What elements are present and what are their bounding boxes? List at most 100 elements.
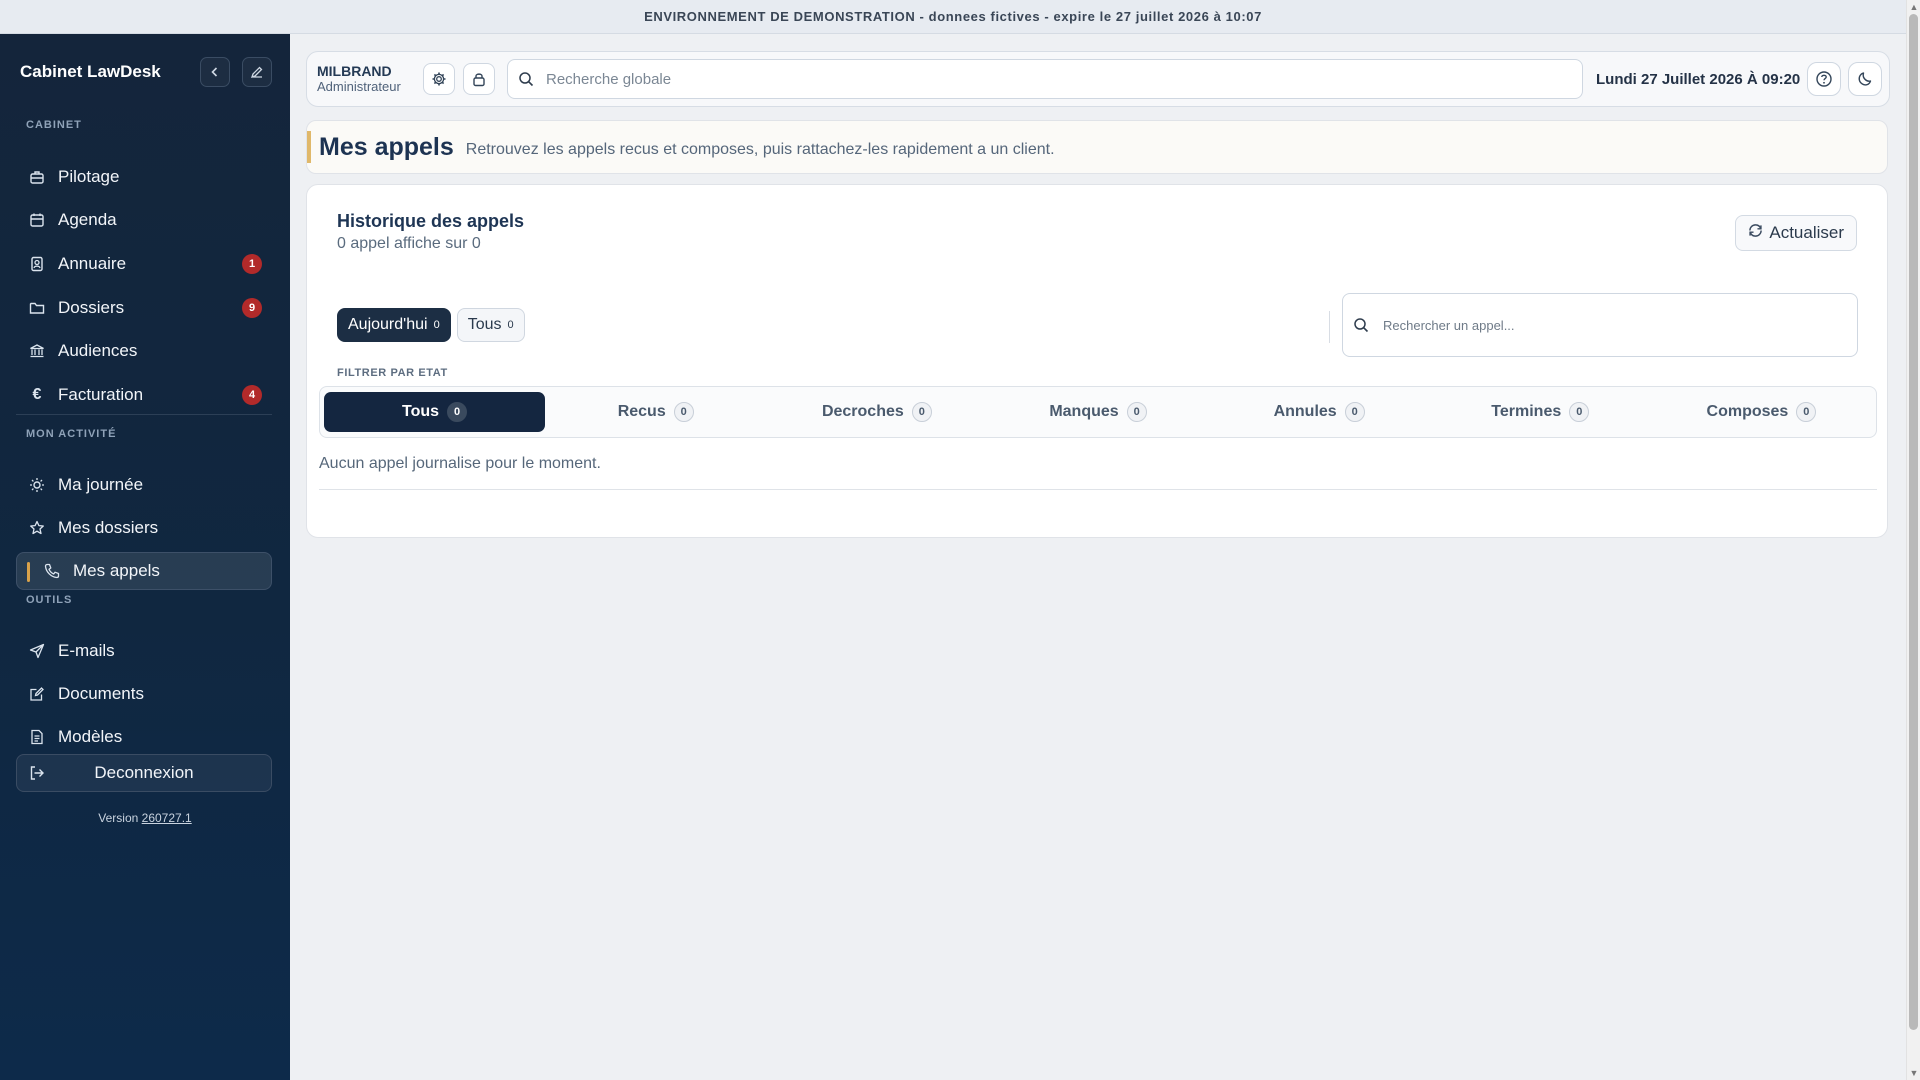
global-search-input[interactable] bbox=[546, 70, 1446, 88]
settings-button[interactable] bbox=[423, 63, 455, 95]
phone-icon bbox=[43, 562, 61, 580]
sidebar-item-annuaire[interactable]: Annuaire 1 bbox=[16, 245, 272, 283]
sidebar-header: Cabinet LawDesk bbox=[20, 56, 272, 88]
filter-label: FILTRER PAR ETAT bbox=[337, 367, 448, 379]
state-tab-label: Termines bbox=[1491, 403, 1562, 420]
sun-icon bbox=[28, 476, 46, 494]
state-tab-label: Annules bbox=[1273, 403, 1337, 420]
sidebar-item-label: Audiences bbox=[58, 341, 138, 360]
sidebar-item-agenda[interactable]: Agenda bbox=[16, 201, 272, 239]
sidebar-item-facturation[interactable]: € Facturation 4 bbox=[16, 376, 272, 414]
state-tab-count: 0 bbox=[911, 402, 932, 422]
star-icon bbox=[28, 519, 46, 537]
theme-toggle-button[interactable] bbox=[1848, 62, 1883, 96]
period-tab-count: 0 bbox=[507, 319, 514, 331]
lock-button[interactable] bbox=[463, 63, 495, 95]
period-tab-count: 0 bbox=[433, 319, 440, 331]
state-tab-composes[interactable]: Composes 0 bbox=[1651, 392, 1872, 432]
search-icon bbox=[1354, 318, 1369, 333]
sidebar-item-label: Dossiers bbox=[58, 298, 125, 317]
period-tab-today[interactable]: Aujourd'hui 0 bbox=[337, 308, 451, 342]
page-subtitle: Retrouvez les appels recus et composes, … bbox=[465, 141, 1055, 158]
version-prefix: Version bbox=[98, 811, 139, 825]
call-search-field[interactable] bbox=[1342, 293, 1858, 357]
user-name: MILBRAND bbox=[317, 63, 392, 79]
state-tab-tous[interactable]: Tous 0 bbox=[324, 392, 546, 432]
scroll-down-arrow[interactable]: ▼ bbox=[1907, 1066, 1920, 1080]
sidebar-item-label: Facturation bbox=[58, 385, 144, 404]
euro-icon: € bbox=[32, 386, 42, 403]
period-selector: Aujourd'hui 0 Tous 0 bbox=[337, 308, 531, 342]
scroll-up-arrow[interactable]: ▲ bbox=[1907, 0, 1920, 14]
logout-label: Deconnexion bbox=[94, 763, 194, 782]
version-link[interactable]: 260727.1 bbox=[142, 811, 192, 825]
sidebar-item-modeles[interactable]: Modèles bbox=[16, 718, 272, 756]
sidebar-item-label: Mes appels bbox=[73, 561, 160, 580]
lock-icon bbox=[473, 73, 485, 87]
state-tab-count: 0 bbox=[1126, 402, 1147, 422]
gear-icon bbox=[432, 72, 446, 86]
call-count: 0 appel affiche sur 0 bbox=[337, 235, 481, 252]
courthouse-icon bbox=[28, 342, 46, 360]
empty-state-message: Aucun appel journalise pour le moment. bbox=[319, 455, 601, 472]
state-tab-count: 0 bbox=[447, 402, 468, 422]
call-search-input[interactable] bbox=[1383, 317, 1823, 333]
collapse-sidebar-button[interactable] bbox=[200, 57, 230, 87]
logout-icon bbox=[29, 765, 45, 786]
section-label-tools: OUTILS bbox=[26, 594, 73, 606]
refresh-button[interactable]: Actualiser bbox=[1735, 215, 1857, 251]
state-tab-label: Tous bbox=[402, 403, 440, 420]
state-tab-annules[interactable]: Annules 0 bbox=[1209, 392, 1430, 432]
user-info: MILBRAND Administrateur bbox=[317, 63, 417, 95]
sidebar-item-audiences[interactable]: Audiences bbox=[16, 332, 272, 370]
sidebar-item-label: Ma journée bbox=[58, 475, 144, 494]
state-tab-label: Manques bbox=[1049, 403, 1119, 420]
sidebar-item-dossiers[interactable]: Dossiers 9 bbox=[16, 289, 272, 327]
sidebar-item-label: Pilotage bbox=[58, 167, 120, 186]
call-history-card: Historique des appels 0 appel affiche su… bbox=[306, 184, 1888, 538]
edit-document-icon bbox=[28, 685, 46, 703]
section-label-activity: MON ACTIVITÉ bbox=[26, 428, 117, 440]
edit-button[interactable] bbox=[242, 57, 272, 87]
period-tab-all[interactable]: Tous 0 bbox=[456, 308, 525, 342]
page-scrollbar[interactable]: ▲ ▼ bbox=[1906, 0, 1920, 1080]
top-bar: MILBRAND Administrateur Lundi 27 Juillet… bbox=[306, 51, 1890, 107]
version-info: Version 260727.1 bbox=[0, 811, 290, 825]
page-header: Mes appels Retrouvez les appels recus et… bbox=[306, 120, 1888, 174]
sidebar-item-ma-journee[interactable]: Ma journée bbox=[16, 466, 272, 504]
state-tab-decroches[interactable]: Decroches 0 bbox=[766, 392, 987, 432]
search-icon bbox=[519, 72, 534, 87]
briefcase-icon bbox=[28, 168, 46, 186]
user-role: Administrateur bbox=[317, 79, 401, 94]
firm-name: Cabinet LawDesk bbox=[20, 62, 161, 81]
sidebar-item-label: Mes dossiers bbox=[58, 518, 159, 537]
moon-icon bbox=[1858, 72, 1872, 86]
sidebar-item-mes-dossiers[interactable]: Mes dossiers bbox=[16, 509, 272, 547]
sidebar-item-pilotage[interactable]: Pilotage bbox=[16, 158, 272, 196]
help-button[interactable] bbox=[1807, 62, 1842, 96]
scroll-thumb[interactable] bbox=[1909, 14, 1918, 1030]
sidebar-item-documents[interactable]: Documents bbox=[16, 675, 272, 713]
notification-badge: 9 bbox=[242, 298, 262, 318]
state-tab-manques[interactable]: Manques 0 bbox=[987, 392, 1208, 432]
global-search-field[interactable] bbox=[507, 59, 1583, 99]
state-tab-termines[interactable]: Termines 0 bbox=[1430, 392, 1651, 432]
sidebar-item-mes-appels[interactable]: Mes appels bbox=[16, 552, 272, 590]
pencil-icon bbox=[250, 66, 263, 79]
help-icon bbox=[1816, 71, 1832, 87]
notification-badge: 4 bbox=[242, 385, 262, 405]
sidebar-item-label: Documents bbox=[58, 684, 144, 703]
sidebar: Cabinet LawDesk CABINET Pilotage Agenda … bbox=[0, 34, 290, 1080]
sidebar-divider bbox=[16, 414, 272, 415]
card-title: Historique des appels bbox=[337, 211, 525, 231]
period-tab-label: Tous bbox=[467, 316, 502, 333]
sidebar-item-e-mails[interactable]: E-mails bbox=[16, 632, 272, 670]
demo-environment-banner: ENVIRONNEMENT DE DEMONSTRATION - donnees… bbox=[0, 0, 1906, 34]
logout-button[interactable]: Deconnexion bbox=[16, 754, 272, 792]
period-tab-label: Aujourd'hui bbox=[348, 316, 428, 333]
folder-icon bbox=[28, 299, 46, 317]
send-icon bbox=[28, 642, 46, 660]
state-tab-count: 0 bbox=[1796, 402, 1817, 422]
state-tab-recus[interactable]: Recus 0 bbox=[545, 392, 766, 432]
state-tab-count: 0 bbox=[1569, 402, 1590, 422]
